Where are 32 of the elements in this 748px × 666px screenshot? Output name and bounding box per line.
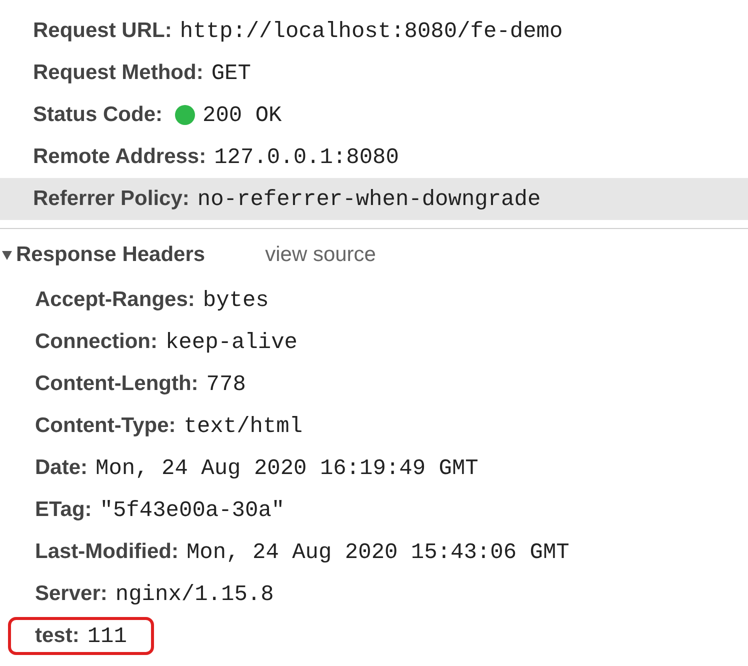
header-row[interactable]: Referrer Policy: no-referrer-when-downgrade: [0, 178, 748, 220]
header-value: "5f43e00a-30a": [100, 496, 285, 524]
header-value: text/html: [184, 412, 303, 440]
header-value: http://localhost:8080/fe-demo: [180, 18, 563, 46]
header-value: bytes: [202, 286, 269, 314]
header-name: Accept-Ranges:: [35, 287, 195, 314]
header-name: Content-Length:: [35, 371, 198, 398]
header-name: Remote Address:: [33, 144, 206, 170]
header-name: Date:: [35, 455, 88, 482]
section-toggle[interactable]: Response Headers: [0, 239, 206, 271]
header-value: 111: [87, 622, 127, 650]
header-name: Request URL:: [33, 18, 172, 44]
view-source-link[interactable]: view source: [265, 239, 376, 271]
header-name: Referrer Policy:: [33, 186, 190, 212]
header-value: nginx/1.15.8: [115, 580, 274, 608]
header-value: 778: [206, 370, 246, 398]
header-value: 127.0.0.1:8080: [214, 144, 399, 172]
header-value: no-referrer-when-downgrade: [197, 186, 541, 214]
header-value: 200 OK: [202, 102, 282, 130]
header-name: Status Code:: [33, 102, 163, 128]
header-value: Mon, 24 Aug 2020 16:19:49 GMT: [96, 454, 478, 482]
header-name: Last-Modified:: [35, 539, 178, 566]
caret-icon: [1, 249, 13, 261]
header-value: GET: [211, 60, 251, 88]
header-name: Request Method:: [33, 60, 204, 86]
header-name: ETag:: [35, 497, 92, 524]
header-value: Mon, 24 Aug 2020 15:43:06 GMT: [186, 538, 570, 566]
header-name: Connection:: [35, 329, 158, 356]
header-name: test:: [35, 623, 80, 650]
header-value: keep-alive: [165, 328, 298, 356]
header-name: Server:: [35, 581, 108, 608]
header-name: Content-Type:: [35, 413, 176, 440]
